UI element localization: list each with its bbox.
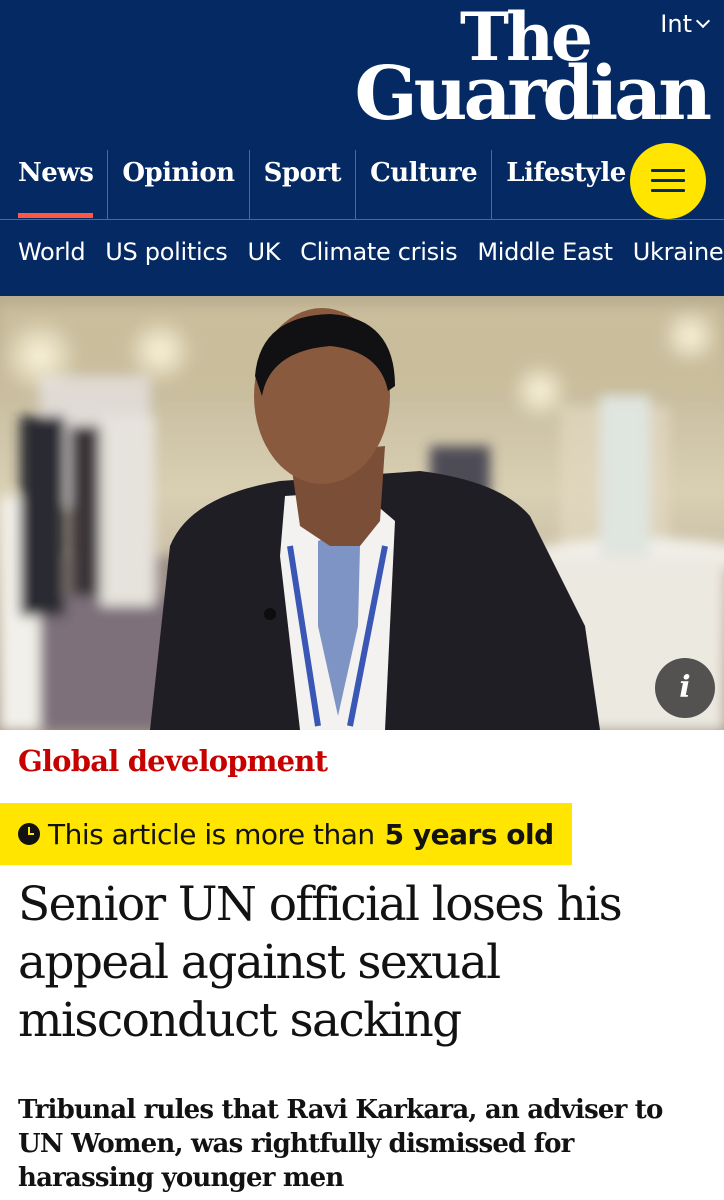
clock-icon: [18, 823, 40, 845]
article-main-image: [0, 296, 724, 730]
article-age-warning: This article is more than 5 years old: [0, 803, 572, 865]
subnav-item-uk[interactable]: UK: [247, 238, 280, 266]
site-header: Int The Guardian News Opinion Sport Cult…: [0, 0, 724, 296]
article-headline: Senior UN official loses his appeal agai…: [18, 877, 623, 1048]
menu-button[interactable]: [630, 143, 706, 219]
subnav-item-us-politics[interactable]: US politics: [105, 238, 227, 266]
subnav-item-ukraine[interactable]: Ukraine: [633, 238, 724, 266]
header-divider: [0, 219, 724, 220]
sub-navigation: World US politics UK Climate crisis Middle E…: [0, 238, 724, 282]
age-warning-emphasis: 5 years old: [384, 817, 554, 851]
hamburger-menu-icon-bar: [651, 179, 685, 182]
guardian-logo[interactable]: The Guardian: [308, 2, 712, 137]
hamburger-menu-icon: [651, 169, 685, 172]
image-info-button[interactable]: i: [655, 658, 715, 718]
pillar-sport[interactable]: Sport: [248, 150, 356, 220]
subnav-item-middle-east[interactable]: Middle East: [477, 238, 613, 266]
pillar-nav: News Opinion Sport Culture Lifestyle: [0, 150, 640, 220]
hamburger-menu-icon-bar: [651, 189, 685, 192]
age-warning-text: This article is more than: [48, 817, 375, 851]
pillar-opinion[interactable]: Opinion: [107, 150, 248, 220]
pillar-news[interactable]: News: [0, 150, 107, 220]
subnav-item-climate-crisis[interactable]: Climate crisis: [300, 238, 458, 266]
logo-line-2: Guardian: [354, 51, 712, 137]
section-label[interactable]: Global development: [18, 744, 328, 778]
pillar-lifestyle[interactable]: Lifestyle: [491, 150, 640, 220]
article-standfirst: Tribunal rules that Ravi Karkara, an adv…: [18, 1095, 663, 1193]
info-icon: i: [679, 670, 691, 705]
pillar-culture[interactable]: Culture: [355, 150, 491, 220]
subnav-item-world[interactable]: World: [18, 238, 86, 266]
